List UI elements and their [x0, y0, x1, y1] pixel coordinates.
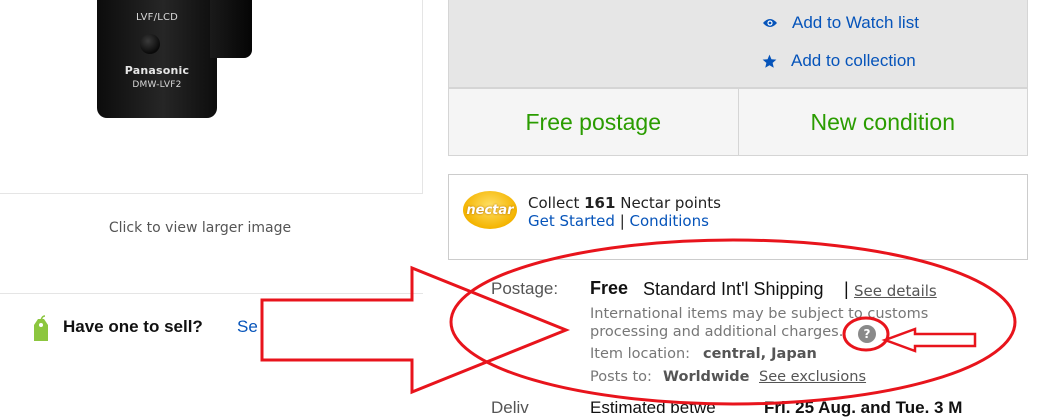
- big-arrow: [260, 265, 571, 395]
- help-icon-highlight: [842, 316, 890, 352]
- annotation-overlay: [260, 238, 1017, 406]
- highlight-ellipse: [449, 238, 1017, 406]
- small-arrow: [881, 327, 977, 353]
